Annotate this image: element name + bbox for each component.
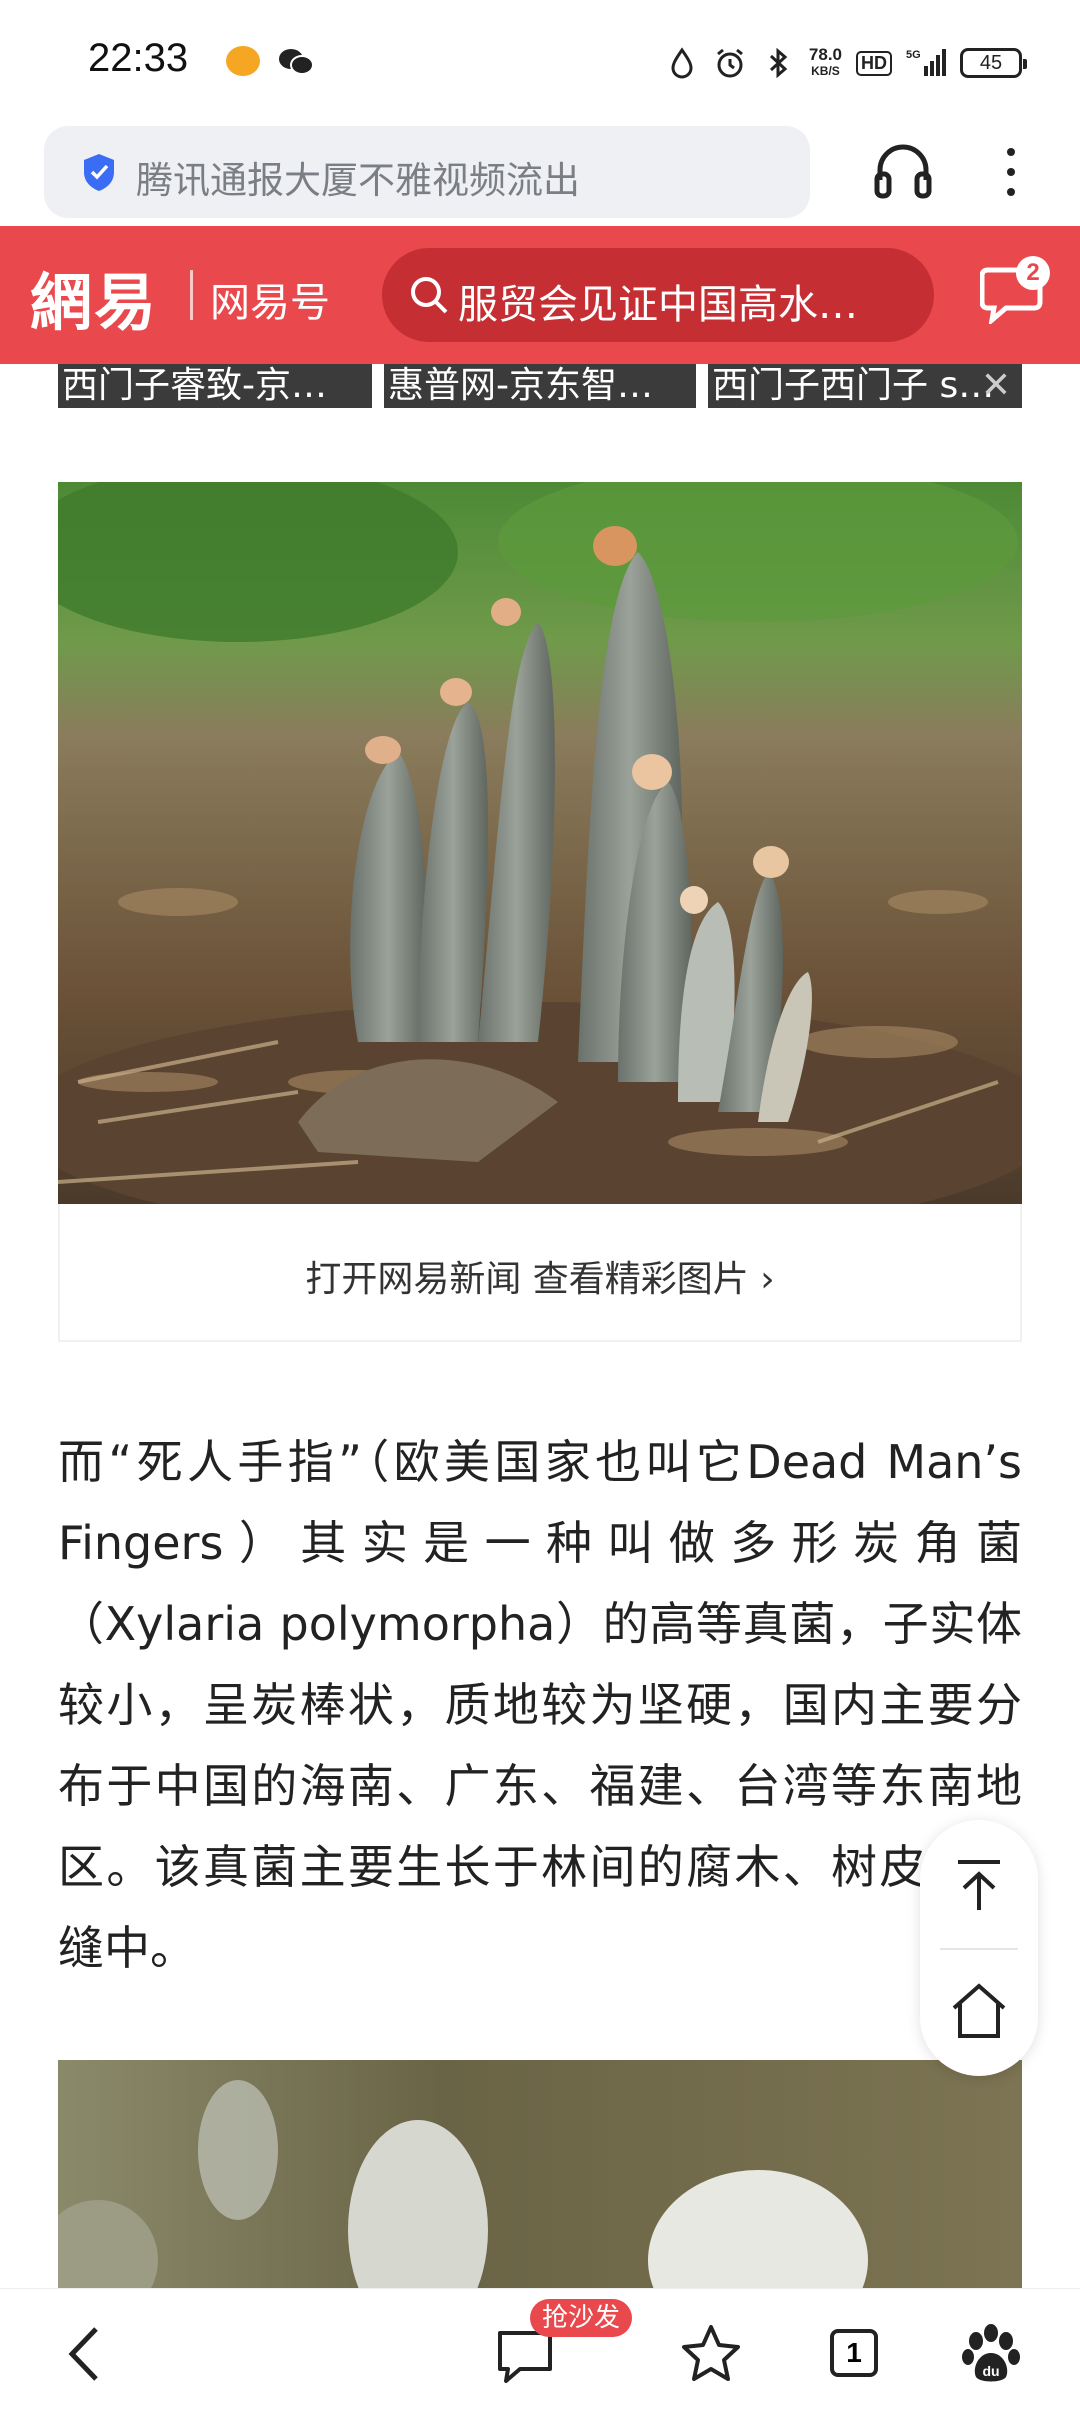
open-app-prompt[interactable]: 打开网易新闻 查看精彩图片 ›: [58, 1204, 1022, 1342]
address-text: 腾讯通报大厦不雅视频流出: [136, 159, 580, 202]
floating-divider: [940, 1948, 1018, 1950]
wechat-icon: [279, 49, 314, 75]
net-speed: 78.0 KB/S: [808, 45, 842, 78]
baidu-paw-icon[interactable]: du: [956, 2319, 1026, 2389]
home-icon[interactable]: [944, 1976, 1014, 2046]
netease-logo[interactable]: 網易: [30, 252, 158, 342]
signal-icon: 5G: [906, 49, 946, 76]
message-badge: 2: [1016, 256, 1050, 290]
alarm-icon: [716, 48, 743, 78]
close-icon[interactable]: ✕: [972, 364, 1020, 408]
data-saver-icon: [671, 47, 693, 79]
page: 22:33 78.0 KB/S HD 5G 45 腾讯通报大厦不雅视频流出 網易 …: [0, 0, 1080, 2414]
more-icon[interactable]: [998, 142, 1024, 202]
shield-icon: [84, 154, 114, 191]
fungus-photo-2: [58, 2060, 1022, 2288]
headphone-icon[interactable]: [870, 138, 936, 204]
svg-text:du: du: [982, 2363, 999, 2379]
browser-toolbar: 腾讯通报大厦不雅视频流出: [0, 120, 1080, 226]
star-icon[interactable]: [676, 2319, 746, 2389]
ad-strip: 西门子睿致-京… 惠普网-京东智… 西门子西门子 s… ✕: [58, 364, 1022, 408]
comment-badge[interactable]: 抢沙发: [530, 2299, 633, 2337]
back-icon[interactable]: [52, 2319, 122, 2389]
article-image[interactable]: [58, 482, 1022, 1204]
status-icons: 78.0 KB/S HD 5G 45: [665, 40, 1027, 86]
hd-badge: HD: [856, 50, 892, 76]
svg-text:5G: 5G: [906, 49, 921, 61]
battery-indicator: 45: [960, 48, 1027, 78]
status-bar: 22:33 78.0 KB/S HD 5G 45: [0, 0, 1080, 120]
open-app-prompt-label: 打开网易新闻 查看精彩图片 ›: [305, 1259, 775, 1300]
logo-divider: [190, 270, 193, 320]
ad-item[interactable]: 西门子睿致-京…: [58, 364, 372, 408]
bottom-nav: 抢沙发 1 du: [0, 2288, 1080, 2414]
app-notification-icon: [226, 46, 260, 76]
back-to-top-icon[interactable]: [944, 1850, 1014, 1920]
tabs-icon[interactable]: 1: [830, 2329, 878, 2377]
floating-nav: [920, 1820, 1038, 2076]
ad-item[interactable]: 西门子西门子 s… ✕: [708, 364, 1022, 408]
fungus-photo: [58, 482, 1022, 1204]
article-image-2[interactable]: [58, 2060, 1022, 2288]
article-paragraph: 而“死人手指”（欧美国家也叫它Dead Man’s Fingers）其实是一种叫…: [58, 1435, 1022, 1975]
brand-subtitle[interactable]: 网易号: [210, 270, 330, 328]
search-icon: [411, 277, 448, 314]
netease-header: 網易 网易号 服贸会见证中国高水… 2: [0, 226, 1080, 364]
status-time: 22:33: [88, 36, 189, 80]
bluetooth-icon: [769, 47, 788, 79]
search-suggestion: 服贸会见证中国高水…: [458, 282, 858, 328]
address-bar[interactable]: 腾讯通报大厦不雅视频流出: [44, 126, 810, 218]
ad-item[interactable]: 惠普网-京东智…: [384, 364, 696, 408]
news-search-box[interactable]: 服贸会见证中国高水…: [382, 248, 934, 342]
ad-item-label: 西门子西门子 s…: [712, 365, 995, 406]
